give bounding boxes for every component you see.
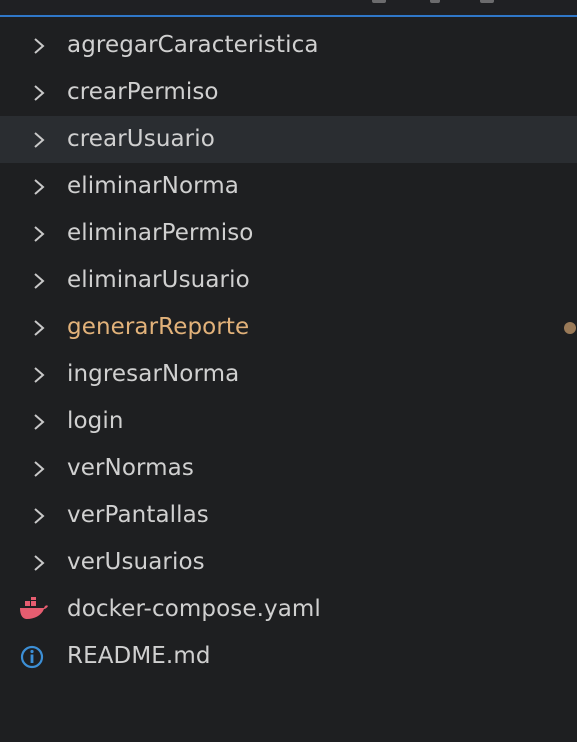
folder-row-crearUsuario[interactable]: crearUsuario (0, 116, 577, 163)
cut-off-header (0, 0, 577, 16)
chevron-right-icon[interactable] (0, 398, 67, 445)
folder-label: generarReporte (67, 314, 250, 340)
folder-label: crearPermiso (67, 79, 219, 105)
chevron-right-icon[interactable] (0, 210, 67, 257)
folder-row-eliminarNorma[interactable]: eliminarNorma (0, 163, 577, 210)
file-label: README.md (67, 643, 211, 669)
chevron-right-icon[interactable] (0, 539, 67, 586)
folder-row-crearPermiso[interactable]: crearPermiso (0, 69, 577, 116)
file-row-docker-compose[interactable]: docker-compose.yaml (0, 586, 577, 633)
docker-icon (0, 586, 67, 633)
folder-row-eliminarUsuario[interactable]: eliminarUsuario (0, 257, 577, 304)
folder-row-login[interactable]: login (0, 398, 577, 445)
folder-row-verNormas[interactable]: verNormas (0, 445, 577, 492)
focus-border (0, 15, 577, 17)
file-label: docker-compose.yaml (67, 596, 321, 622)
folder-label: eliminarUsuario (67, 267, 250, 293)
chevron-right-icon[interactable] (0, 257, 67, 304)
folder-row-verUsuarios[interactable]: verUsuarios (0, 539, 577, 586)
chevron-right-icon[interactable] (0, 22, 67, 69)
folder-label: agregarCaracteristica (67, 32, 319, 58)
folder-label: verUsuarios (67, 549, 205, 575)
folder-row-generarReporte[interactable]: generarReporte (0, 304, 577, 351)
folder-label: crearUsuario (67, 126, 215, 152)
folder-row-ingresarNorma[interactable]: ingresarNorma (0, 351, 577, 398)
folder-label: login (67, 408, 124, 434)
chevron-right-icon[interactable] (0, 163, 67, 210)
file-row-readme[interactable]: README.md (0, 633, 577, 680)
folder-label: verNormas (67, 455, 194, 481)
folder-label: ingresarNorma (67, 361, 240, 387)
chevron-right-icon[interactable] (0, 116, 67, 163)
folder-row-eliminarPermiso[interactable]: eliminarPermiso (0, 210, 577, 257)
chevron-right-icon[interactable] (0, 69, 67, 116)
explorer-tree: agregarCaracteristica crearPermiso crear… (0, 22, 577, 680)
info-icon (0, 633, 67, 680)
chevron-right-icon[interactable] (0, 445, 67, 492)
chevron-right-icon[interactable] (0, 304, 67, 351)
folder-label: eliminarNorma (67, 173, 239, 199)
chevron-right-icon[interactable] (0, 492, 67, 539)
folder-label: verPantallas (67, 502, 209, 528)
modified-dot-indicator (564, 322, 576, 334)
folder-label: eliminarPermiso (67, 220, 254, 246)
file-explorer: agregarCaracteristica crearPermiso crear… (0, 0, 577, 742)
chevron-right-icon[interactable] (0, 351, 67, 398)
folder-row-agregarCaracteristica[interactable]: agregarCaracteristica (0, 22, 577, 69)
folder-row-verPantallas[interactable]: verPantallas (0, 492, 577, 539)
